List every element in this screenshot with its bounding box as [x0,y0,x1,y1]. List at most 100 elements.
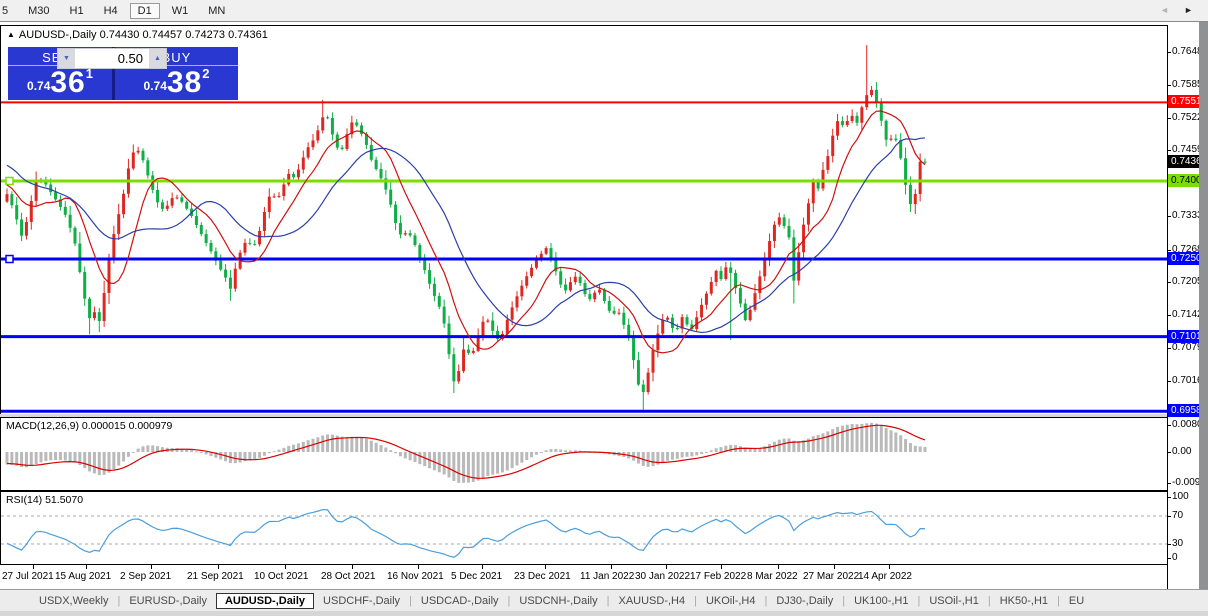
candle-body [54,192,58,200]
candle-body [466,349,470,353]
chart-tab-ukoilh4[interactable]: UKOil-,H4 [697,593,765,609]
volume-spinner: ▼ ▲ [57,48,167,69]
candle-body [850,115,854,122]
volume-decrease-button[interactable]: ▼ [58,49,75,68]
chart-tab-usoilh1[interactable]: USOil-,H1 [920,593,988,609]
chart-tab-usdcaddaily[interactable]: USDCAD-,Daily [412,593,508,609]
timeframe-button-h4[interactable]: H4 [96,3,126,19]
candle-body [777,217,781,225]
macd-histogram-bar [865,423,869,452]
chart-tab-usdchfdaily[interactable]: USDCHF-,Daily [314,593,409,609]
chart-tab-eu[interactable]: EU [1060,593,1093,609]
candle-body [175,197,179,199]
macd-histogram-bar [918,446,922,452]
macd-histogram-bar [29,452,33,467]
price-badge: 0.75512 [1168,95,1207,109]
date-label: 28 Oct 2021 [321,571,376,582]
buy-price-button[interactable]: 0.74382 [115,65,238,99]
chart-tab-eurusddaily[interactable]: EURUSD-,Daily [120,593,216,609]
macd-histogram-bar [54,452,58,461]
candle-body [160,202,164,209]
candle-body [107,259,111,293]
macd-histogram-bar [680,452,684,458]
rsi-indicator-canvas[interactable] [1,492,1167,564]
timeframe-button-m30[interactable]: M30 [20,3,57,19]
line-handle[interactable] [5,254,14,264]
candle-body [267,196,271,212]
timeframe-button-h1[interactable]: H1 [62,3,92,19]
one-click-trading-panel: SELL 0.74361 BUY 0.74382 ▼ ▲ [8,47,238,100]
line-handle[interactable] [5,176,14,186]
candle-body [97,312,101,322]
macd-histogram-bar [845,424,849,452]
chart-tab-uk100h1[interactable]: UK100-,H1 [845,593,917,609]
candle-body [462,349,466,372]
macd-indicator-canvas[interactable] [1,418,1167,490]
candle-body [748,309,752,321]
date-label: 16 Nov 2021 [387,571,444,582]
candle-body [156,189,160,203]
chart-tab-dj30daily[interactable]: DJ30-,Daily [767,593,842,609]
macd-histogram-bar [126,452,130,457]
macd-histogram-bar [437,452,441,473]
macd-histogram-bar [554,448,558,452]
time-axis[interactable]: 27 Jul 2021 15 Aug 2021 2 Sep 2021 21 Sep 2… [0,565,1168,589]
sell-price-button[interactable]: 0.74361 [8,65,112,99]
chart-tab-hk50h1[interactable]: HK50-,H1 [991,593,1057,609]
tab-scroll-right-icon[interactable]: ► [1184,5,1193,15]
macd-histogram-bar [394,452,398,454]
timeframe-button-mn[interactable]: MN [200,3,233,19]
candle-body [29,200,33,223]
macd-histogram-bar [738,446,742,452]
macd-histogram-bar [355,436,359,452]
candle-body [491,320,495,331]
date-tick [482,565,483,569]
indicator-line [6,137,926,334]
date-tick [352,565,353,569]
candle-body [782,217,786,227]
macd-histogram-bar [661,452,665,463]
macd-histogram-bar [360,437,364,452]
candle-body [476,337,480,351]
timeframe-button-d1[interactable]: D1 [129,2,160,19]
date-tick [778,565,779,569]
macd-histogram-bar [719,447,723,452]
rsi-tick-label: 30 [1172,538,1184,549]
chart-tab-usdxweekly[interactable]: USDX,Weekly [30,593,117,609]
macd-histogram-bar [34,452,38,465]
macd-histogram-bar [258,452,262,458]
chevron-down-icon: ▼ [63,55,70,62]
macd-histogram-bar [350,436,354,452]
date-tick [889,565,890,569]
date-tick [418,565,419,569]
price-axis[interactable]: 0.76480 0.75850 0.75220 0.74590 0.73330 0.726… [1167,25,1208,589]
candle-body [908,184,912,205]
candle-body [136,150,140,153]
candle-body [612,310,616,314]
chart-tab-audusddaily[interactable]: AUDUSD-,Daily [215,592,315,609]
timeframe-button-5[interactable]: 5 [0,3,16,19]
candle-body [243,242,247,253]
volume-increase-button[interactable]: ▲ [149,49,166,68]
macd-histogram-bar [539,452,543,453]
volume-input[interactable] [75,49,149,68]
date-label: 5 Dec 2021 [451,571,503,582]
trading-terminal-window: 5 M30 H1 H4 D1 W1 MN ▲ AUDUSD-,Daily 0.74430 0.… [0,0,1208,616]
rsi-indicator-pane[interactable]: RSI(14) 51.5070 [0,491,1168,565]
chart-tab-usdcnhdaily[interactable]: USDCNH-,Daily [510,593,606,609]
tab-scroll-left-icon[interactable]: ◄ [1160,5,1169,15]
candle-body [811,180,815,204]
candle-body [292,173,296,178]
date-label: 2 Sep 2021 [120,571,172,582]
candle-body [63,206,67,215]
timeframe-button-w1[interactable]: W1 [164,3,197,19]
candle-body [870,89,874,96]
date-label: 11 Jan 2022 [580,571,635,582]
chart-tab-xauusdh4[interactable]: XAUUSD-,H4 [609,593,694,609]
ohlc-low: 0.74273 [185,29,226,41]
macd-histogram-bar [714,448,718,452]
candle-body [20,219,24,236]
macd-indicator-pane[interactable]: MACD(12,26,9) 0.000015 0.000979 [0,417,1168,491]
macd-histogram-bar [840,425,844,452]
candle-body [131,152,135,169]
